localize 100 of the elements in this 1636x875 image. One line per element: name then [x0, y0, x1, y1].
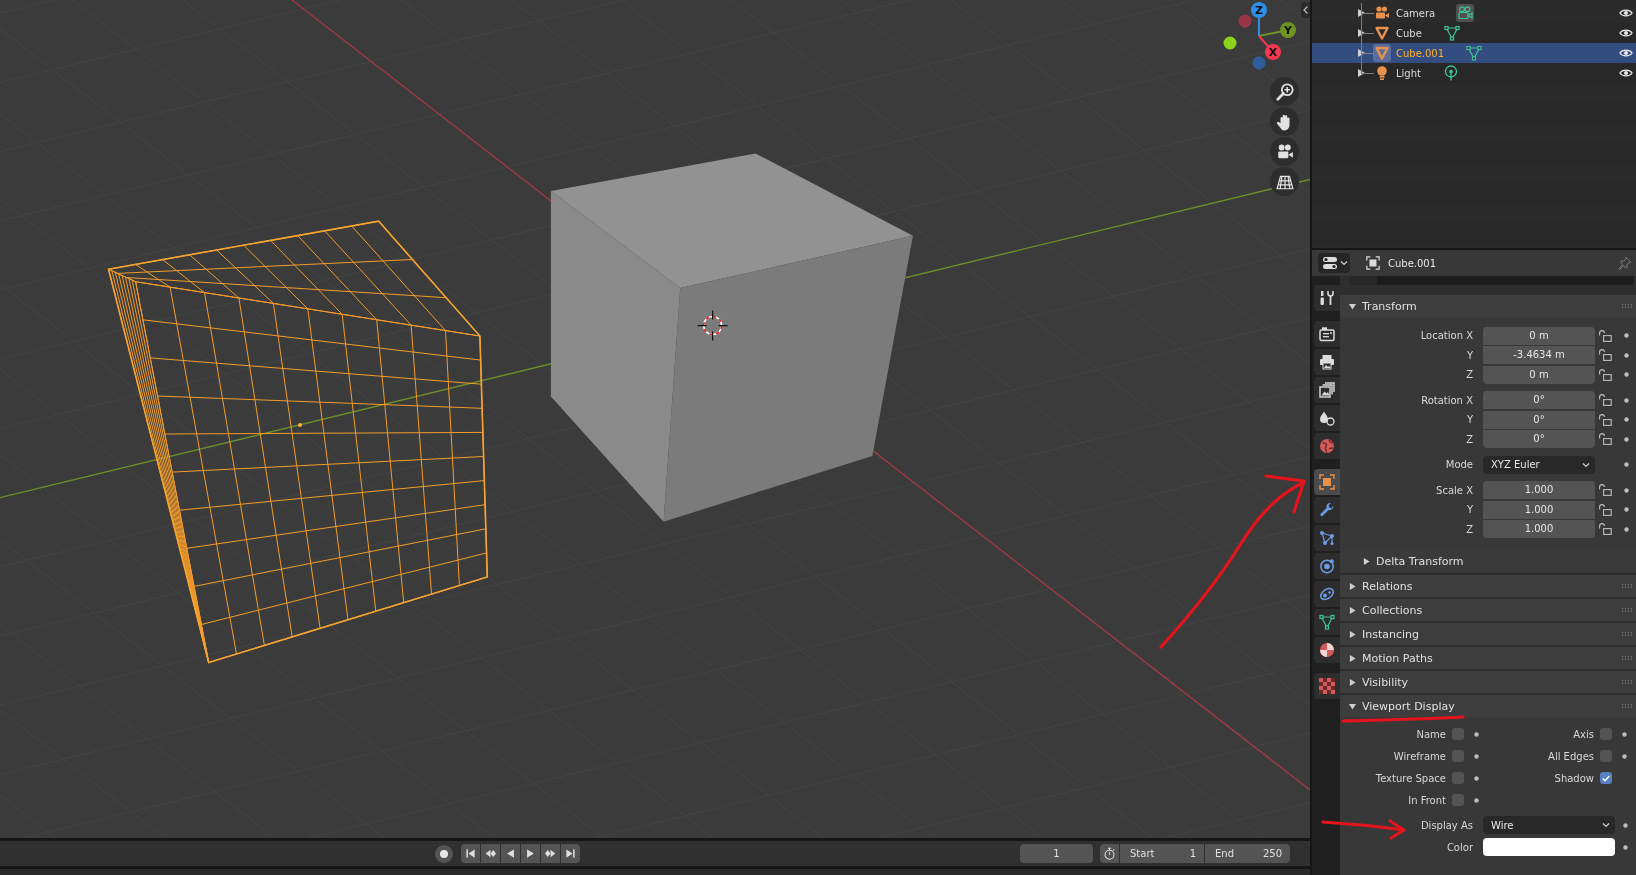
disclosure-triangle-icon[interactable]	[1349, 678, 1356, 686]
collapse-triangle-icon[interactable]	[1349, 702, 1356, 710]
play-reverse-button[interactable]	[501, 844, 520, 863]
play-button[interactable]	[521, 844, 540, 863]
properties-tab[interactable]	[1314, 525, 1340, 551]
number-field[interactable]: 0 m	[1483, 365, 1595, 384]
properties-tab[interactable]	[1314, 321, 1340, 347]
dot-icon[interactable]	[1623, 844, 1628, 850]
dot-icon[interactable]	[1623, 487, 1629, 493]
drag-handle-icon[interactable]	[1622, 704, 1632, 708]
drag-handle-icon[interactable]	[1622, 608, 1632, 612]
jump-to-end-button[interactable]	[561, 844, 580, 863]
display-dropdown[interactable]: Wire	[1483, 816, 1615, 834]
checkbox[interactable]	[1600, 772, 1612, 784]
dot-icon[interactable]	[1623, 822, 1628, 828]
dot-icon[interactable]	[1623, 507, 1629, 513]
properties-tab[interactable]	[1314, 581, 1340, 607]
next-keyframe-button[interactable]	[541, 844, 560, 863]
disclosure-triangle-icon[interactable]	[1349, 582, 1356, 590]
jump-to-start-button[interactable]	[461, 844, 480, 863]
sidebar-toggle[interactable]	[1301, 2, 1310, 18]
pan-button[interactable]	[1270, 107, 1299, 136]
end-field[interactable]: End 250	[1205, 844, 1290, 863]
dot-icon[interactable]	[1473, 731, 1479, 737]
name-field[interactable]	[1349, 276, 1634, 285]
padlock-open-icon[interactable]	[1599, 329, 1612, 342]
drag-handle-icon[interactable]	[1622, 632, 1632, 636]
dot-icon[interactable]	[1473, 775, 1479, 781]
number-field[interactable]: 0 m	[1483, 326, 1595, 345]
properties-tab[interactable]	[1314, 377, 1340, 403]
number-field[interactable]: 1.000	[1483, 481, 1595, 500]
dot-icon[interactable]	[1623, 526, 1629, 532]
dot-icon[interactable]	[1623, 352, 1629, 358]
disclosure-triangle-icon[interactable]	[1358, 69, 1365, 77]
dot-icon[interactable]	[1623, 462, 1629, 468]
camera-outline-icon[interactable]	[1456, 4, 1475, 22]
axis-ball-icon[interactable]	[1223, 36, 1237, 50]
disclosure-triangle-icon[interactable]	[1349, 654, 1356, 662]
dot-icon[interactable]	[1623, 417, 1629, 423]
triangle-mesh-icon[interactable]	[1465, 44, 1484, 62]
disclosure-triangle-icon[interactable]	[1358, 29, 1365, 37]
inverted-triangle-icon[interactable]	[1373, 24, 1391, 42]
checkbox[interactable]	[1600, 750, 1612, 762]
projection-button[interactable]	[1270, 167, 1299, 196]
properties-tab[interactable]	[1314, 609, 1340, 635]
properties-tab[interactable]	[1314, 349, 1340, 375]
drag-handle-icon[interactable]	[1622, 680, 1632, 684]
properties-tab[interactable]	[1314, 285, 1340, 311]
dot-icon[interactable]	[1621, 731, 1627, 737]
number-field[interactable]: 0°	[1483, 410, 1595, 429]
checkbox[interactable]	[1452, 728, 1464, 740]
panel-header[interactable]: Visibility	[1340, 671, 1636, 693]
padlock-open-icon[interactable]	[1599, 523, 1612, 536]
previous-keyframe-button[interactable]	[481, 844, 500, 863]
checkbox[interactable]	[1452, 750, 1464, 762]
checkbox[interactable]	[1452, 772, 1464, 784]
auto-keying-button[interactable]	[1100, 844, 1119, 863]
outliner-row[interactable]: Cube.001	[1312, 43, 1636, 63]
dot-icon[interactable]	[1473, 753, 1479, 759]
number-field[interactable]: 0°	[1483, 391, 1595, 410]
panel-header[interactable]: Transform	[1340, 295, 1636, 317]
padlock-open-icon[interactable]	[1599, 484, 1612, 497]
color-field[interactable]	[1483, 838, 1615, 856]
properties-tab[interactable]	[1314, 497, 1340, 523]
padlock-open-icon[interactable]	[1599, 413, 1612, 426]
dot-icon[interactable]	[1621, 753, 1627, 759]
drag-handle-icon[interactable]	[1622, 656, 1632, 660]
padlock-open-icon[interactable]	[1599, 503, 1612, 516]
disclosure-triangle-icon[interactable]	[1358, 49, 1365, 57]
number-field[interactable]: 1.000	[1483, 500, 1595, 519]
panel-header[interactable]: Instancing	[1340, 623, 1636, 645]
checkbox[interactable]	[1452, 794, 1464, 806]
number-field[interactable]: 1.000	[1483, 520, 1595, 539]
padlock-open-icon[interactable]	[1599, 368, 1612, 381]
disclosure-triangle-icon[interactable]	[1358, 9, 1365, 17]
drag-handle-icon[interactable]	[1622, 584, 1632, 588]
axis-handle[interactable]: Z	[1251, 2, 1267, 37]
padlock-open-icon[interactable]	[1599, 433, 1612, 446]
properties-tab[interactable]	[1314, 553, 1340, 579]
drag-handle-icon[interactable]	[1622, 304, 1632, 308]
padlock-open-icon[interactable]	[1599, 349, 1612, 362]
editor-type-button[interactable]	[1318, 253, 1350, 273]
number-field[interactable]: 0°	[1483, 430, 1595, 449]
dot-icon[interactable]	[1623, 397, 1629, 403]
panel-header[interactable]: Relations	[1340, 575, 1636, 597]
zoom-button[interactable]	[1270, 77, 1299, 106]
dot-icon[interactable]	[1623, 372, 1629, 378]
mode-dropdown[interactable]: XYZ Euler	[1483, 455, 1595, 474]
pin-icon[interactable]	[1618, 256, 1632, 270]
padlock-open-icon[interactable]	[1599, 394, 1612, 407]
axis-handle[interactable]: X	[1258, 35, 1281, 60]
panel-header[interactable]: Collections	[1340, 599, 1636, 621]
disclosure-triangle-icon[interactable]	[1363, 557, 1370, 565]
triangle-mesh-icon[interactable]	[1442, 24, 1461, 42]
camera-view-button[interactable]	[1270, 137, 1299, 166]
collapse-triangle-icon[interactable]	[1349, 302, 1356, 310]
number-field[interactable]: -3.4634 m	[1483, 346, 1595, 365]
start-field[interactable]: Start 1	[1120, 844, 1204, 863]
checkbox[interactable]	[1600, 728, 1612, 740]
properties-tab[interactable]	[1314, 637, 1340, 663]
